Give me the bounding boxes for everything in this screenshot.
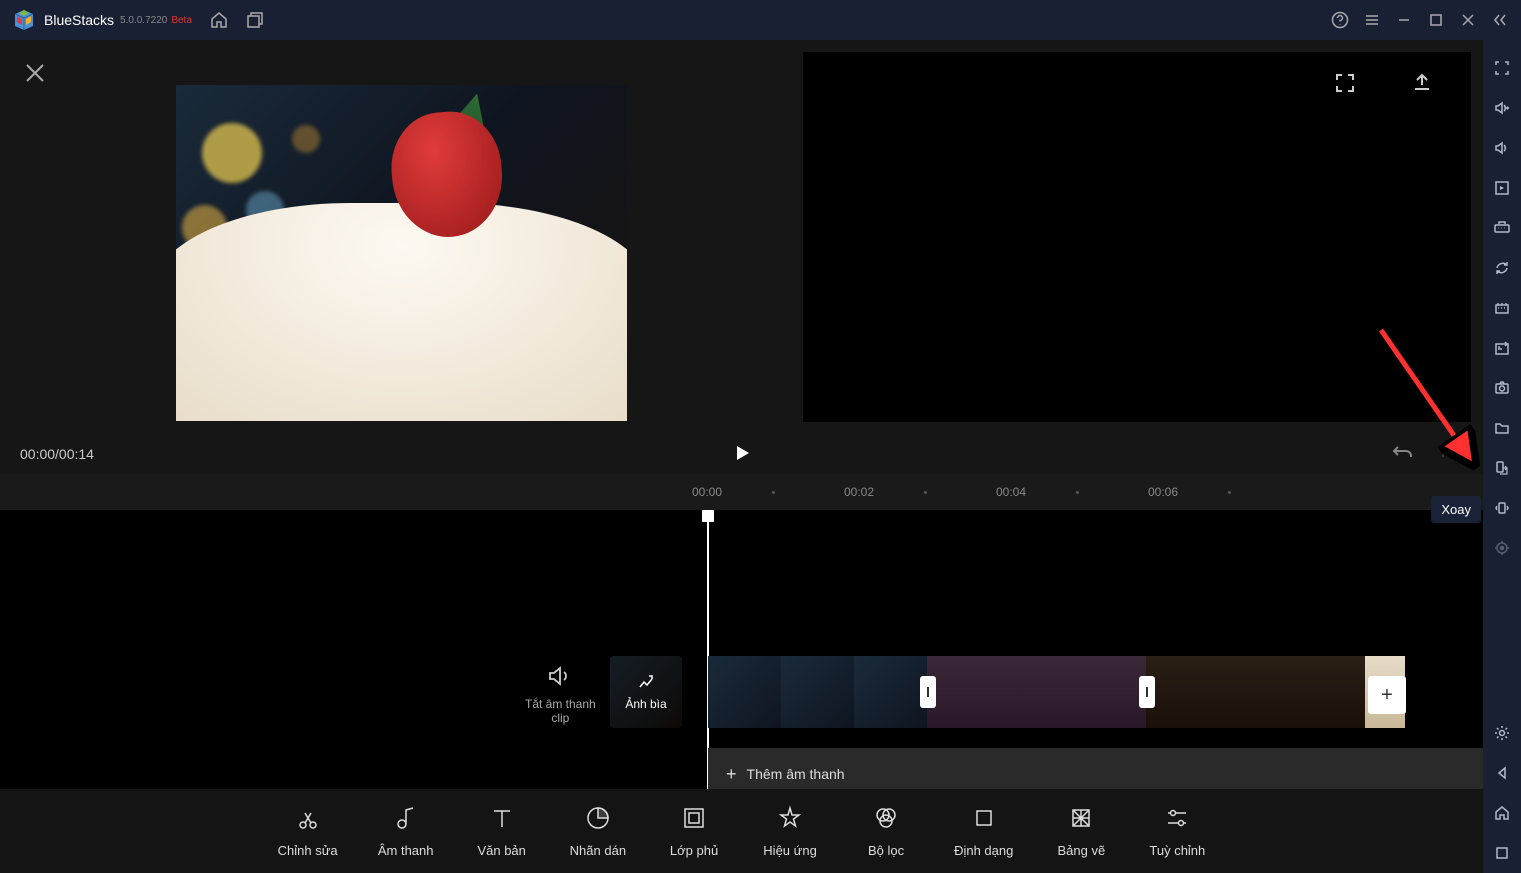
fullscreen-icon[interactable] [1334,72,1356,99]
tool-adjust[interactable]: Tuỳ chỉnh [1149,805,1205,858]
tool-effect[interactable]: Hiệu ứng [762,805,818,858]
clip-thumbnail[interactable] [781,656,854,728]
tool-overlay[interactable]: Lớp phủ [666,805,722,858]
clip-thumbnail[interactable] [1146,656,1219,728]
app-name: BlueStacks [44,12,114,28]
sb-media-folder-icon[interactable] [1483,408,1521,448]
clip-thumbnail[interactable] [1073,656,1146,728]
sb-volume-up-icon[interactable] [1483,88,1521,128]
add-clip-button[interactable]: + [1368,676,1406,714]
clip-thumbnail[interactable] [927,656,1000,728]
tool-sticker[interactable]: Nhãn dán [570,805,626,858]
playback-controls: 00:00/00:14 [0,434,1483,474]
sb-settings-icon[interactable] [1483,713,1521,753]
sb-sync-icon[interactable] [1483,248,1521,288]
play-button[interactable] [732,443,752,466]
preview-left-panel [0,40,803,434]
sb-shake-icon[interactable] [1483,488,1521,528]
clip-thumbnail[interactable] [1000,656,1073,728]
sb-volume-icon[interactable] [1483,128,1521,168]
close-preview-icon[interactable] [24,62,46,89]
beta-label: Beta [171,15,192,26]
sb-screenshot-icon[interactable] [1483,368,1521,408]
mute-clip-button[interactable]: Tắt âm thanh clip [525,665,596,725]
version-label: 5.0.0.7220 [120,15,167,26]
export-icon[interactable] [1411,72,1433,99]
minimize-icon[interactable] [1395,11,1413,29]
editor-content: 00:00/00:14 00:00 00:02 00:04 00:06 [0,40,1483,873]
clip-split-handle[interactable] [1139,676,1155,708]
title-bar: BlueStacks 5.0.0.7220 Beta [0,0,1521,40]
timeline-tick: 00:02 [844,485,874,499]
tool-edit[interactable]: Chỉnh sửa [278,805,338,858]
timeline-tick: 00:06 [1148,485,1178,499]
help-icon[interactable] [1331,11,1349,29]
preview-image [176,85,627,421]
undo-button[interactable] [1391,441,1415,468]
sb-home-icon[interactable] [1483,793,1521,833]
video-clip-track[interactable]: + [708,656,1405,728]
rotate-tooltip: Xoay [1431,496,1481,523]
cover-image-button[interactable]: Ảnh bìa [610,656,682,728]
redo-button[interactable] [1439,441,1463,468]
timeline-body[interactable]: Tắt âm thanh clip Ảnh bìa + [0,510,1483,789]
sb-location-icon[interactable] [1483,528,1521,568]
time-display: 00:00/00:14 [20,446,94,462]
tabs-icon[interactable] [246,11,264,29]
add-audio-track[interactable]: + Thêm âm thanh [708,748,1483,789]
preview-right-panel [803,52,1471,422]
maximize-icon[interactable] [1427,11,1445,29]
clip-thumbnail[interactable] [708,656,781,728]
tool-audio[interactable]: Âm thanh [378,805,434,858]
tool-format[interactable]: Định dạng [954,805,1013,858]
sb-rotate-icon[interactable] [1483,448,1521,488]
bluestacks-sidebar [1483,40,1521,873]
preview-row [0,40,1483,434]
tool-filter[interactable]: Bộ lọc [858,805,914,858]
menu-icon[interactable] [1363,11,1381,29]
tool-draw[interactable]: Bảng vẽ [1053,805,1109,858]
clip-thumbnail[interactable] [1292,656,1365,728]
sb-recents-icon[interactable] [1483,833,1521,873]
sb-back-icon[interactable] [1483,753,1521,793]
timeline-ruler[interactable]: 00:00 00:02 00:04 00:06 [0,474,1483,510]
clip-thumbnail[interactable] [854,656,927,728]
tool-text[interactable]: Văn bản [474,805,530,858]
sb-keyboard-icon[interactable] [1483,208,1521,248]
timeline-tick: 00:00 [692,485,722,499]
sb-fullscreen-icon[interactable] [1483,48,1521,88]
home-icon[interactable] [210,11,228,29]
bluestacks-logo [12,8,36,32]
timeline-tick: 00:04 [996,485,1026,499]
collapse-sidebar-icon[interactable] [1491,11,1509,29]
close-icon[interactable] [1459,11,1477,29]
sb-install-apk-icon[interactable] [1483,328,1521,368]
bottom-toolbar: Chỉnh sửa Âm thanh Văn bản Nhãn dán Lớp … [0,789,1483,873]
clip-split-handle[interactable] [920,676,936,708]
plus-icon: + [726,764,737,785]
sb-lock-controls-icon[interactable] [1483,168,1521,208]
sb-macro-icon[interactable] [1483,288,1521,328]
clip-thumbnail[interactable] [1219,656,1292,728]
